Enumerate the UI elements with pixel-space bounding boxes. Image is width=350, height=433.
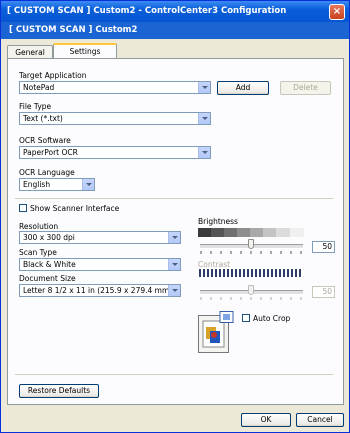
brightness-slider-thumb[interactable] [248, 239, 254, 249]
contrast-ticks [200, 297, 302, 300]
ok-button[interactable]: OK [241, 413, 291, 427]
ocr-software-label: OCR Software [19, 136, 71, 145]
show-scanner-interface-label: Show Scanner Interface [30, 204, 120, 213]
resolution-value: 300 x 300 dpi [23, 233, 75, 242]
ocr-software-value: PaperPort OCR [23, 148, 78, 157]
chevron-down-icon[interactable] [198, 147, 210, 158]
document-size-select[interactable]: Letter 8 1/2 x 11 in (215.9 x 279.4 mm) [19, 284, 181, 297]
ocr-language-value: English [23, 180, 51, 189]
cancel-button[interactable]: Cancel [296, 413, 344, 427]
scan-preview-icon [198, 311, 234, 353]
contrast-label: Contrast [198, 260, 231, 269]
close-icon[interactable]: × [329, 4, 345, 20]
ocr-software-select[interactable]: PaperPort OCR [19, 146, 211, 159]
ocr-language-label: OCR Language [19, 168, 75, 177]
tab-settings-label: Settings [69, 47, 101, 56]
show-scanner-interface-checkbox[interactable] [19, 204, 27, 212]
title-bar[interactable]: [ CUSTOM SCAN ] Custom2 - ControlCenter3… [1, 1, 349, 22]
target-application-value: NotePad [23, 83, 55, 92]
file-type-select[interactable]: Text (*.txt) [19, 112, 211, 125]
auto-crop-checkbox[interactable] [242, 314, 250, 322]
separator [15, 198, 333, 199]
chevron-down-icon[interactable] [168, 259, 180, 270]
resolution-select[interactable]: 300 x 300 dpi [19, 231, 181, 244]
auto-crop-label: Auto Crop [253, 314, 291, 323]
scan-type-value: Black & White [23, 260, 76, 269]
header-title: [ CUSTOM SCAN ] Custom2 [9, 25, 138, 35]
chevron-down-icon[interactable] [168, 232, 180, 243]
window-title: [ CUSTOM SCAN ] Custom2 - ControlCenter3… [7, 6, 287, 16]
document-size-value: Letter 8 1/2 x 11 in (215.9 x 279.4 mm) [23, 286, 173, 295]
chevron-down-icon[interactable] [198, 113, 210, 124]
restore-defaults-button[interactable]: Restore Defaults [19, 384, 99, 398]
tab-settings[interactable]: Settings [53, 43, 117, 59]
brightness-ticks [200, 251, 302, 254]
brightness-value[interactable]: 50 [312, 241, 335, 253]
separator [15, 374, 333, 375]
file-type-value: Text (*.txt) [23, 114, 63, 123]
file-type-label: File Type [19, 102, 52, 111]
contrast-slider-thumb[interactable] [248, 285, 254, 295]
chevron-down-icon[interactable] [198, 82, 210, 93]
delete-button[interactable]: Delete [280, 81, 331, 95]
target-application-label: Target Application [19, 71, 87, 80]
chevron-down-icon[interactable] [82, 179, 94, 190]
target-application-select[interactable]: NotePad [19, 81, 211, 94]
contrast-value[interactable]: 50 [312, 286, 335, 298]
scan-type-label: Scan Type [19, 248, 57, 257]
tab-general[interactable]: General [7, 45, 53, 58]
resolution-label: Resolution [19, 222, 59, 231]
brightness-gradient-strip [198, 228, 304, 237]
scan-type-select[interactable]: Black & White [19, 258, 181, 271]
add-button[interactable]: Add [217, 81, 269, 95]
ocr-language-select[interactable]: English [19, 178, 95, 191]
tab-general-label: General [15, 48, 45, 57]
chevron-down-icon[interactable] [168, 285, 180, 296]
document-size-label: Document Size [19, 274, 76, 283]
contrast-pattern-strip [198, 269, 304, 277]
brightness-label: Brightness [198, 217, 238, 226]
dialog-window: [ CUSTOM SCAN ] Custom2 - ControlCenter3… [0, 0, 350, 433]
header-band: [ CUSTOM SCAN ] Custom2 [1, 22, 349, 39]
